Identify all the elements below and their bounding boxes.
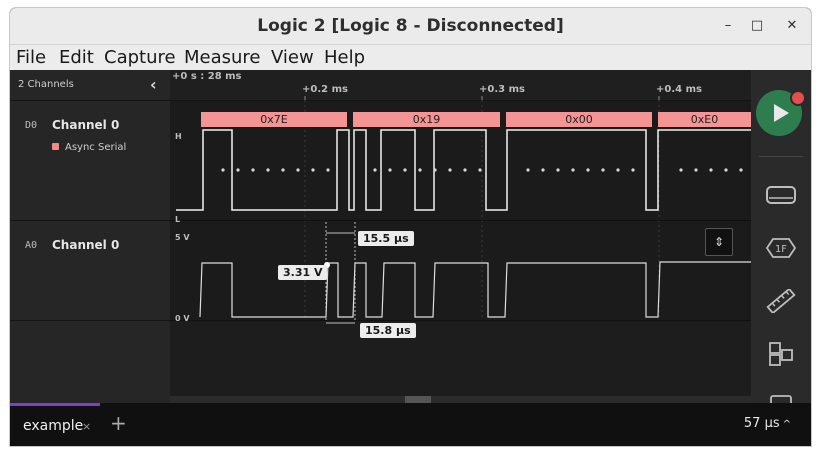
pulse-width-top: 15.5 µs bbox=[358, 231, 414, 246]
chevron-up-icon[interactable]: ^ bbox=[783, 419, 791, 430]
serial-frame[interactable]: 0x19 bbox=[353, 112, 500, 127]
timeline-tick-label: +0.4 ms bbox=[656, 84, 702, 95]
minimize-button[interactable]: – bbox=[718, 16, 738, 36]
digital-high-label: H bbox=[175, 132, 182, 141]
menu-bar: File Edit Capture Measure View Help bbox=[10, 45, 811, 70]
channel-id: A0 bbox=[25, 240, 38, 251]
record-indicator bbox=[790, 90, 806, 106]
analyzer-color-swatch bbox=[52, 143, 59, 150]
digital-low-label: L bbox=[175, 215, 181, 224]
svg-text:1F: 1F bbox=[775, 244, 787, 255]
serial-frame[interactable]: 0x00 bbox=[506, 112, 652, 127]
app-window: Logic 2 [Logic 8 - Disconnected] – □ ✕ F… bbox=[10, 8, 811, 446]
menu-help[interactable]: Help bbox=[324, 47, 365, 68]
timeline-tick-label: +0.3 ms bbox=[479, 84, 525, 95]
channel-name[interactable]: Channel 0 bbox=[52, 118, 119, 132]
time-gridlines bbox=[304, 100, 660, 328]
auto-scale-icon[interactable]: ⇕ bbox=[705, 228, 733, 256]
add-tab-button[interactable]: + bbox=[110, 411, 127, 435]
collapse-sidebar-icon[interactable]: ‹ bbox=[150, 75, 157, 94]
analyzer-icon[interactable]: 1F bbox=[765, 236, 797, 260]
timeline-start: +0 s : 28 ms bbox=[172, 71, 242, 82]
analyzer-name: Async Serial bbox=[65, 142, 127, 153]
menu-view[interactable]: View bbox=[271, 47, 314, 68]
toolbar-divider bbox=[759, 156, 803, 157]
scrollbar-thumb[interactable] bbox=[405, 396, 431, 403]
tab-label: example bbox=[23, 418, 84, 434]
play-triangle bbox=[774, 104, 789, 122]
close-tab-icon[interactable]: × bbox=[82, 420, 91, 433]
zoom-value: 57 µs bbox=[743, 416, 780, 431]
pulse-width-bottom: 15.8 µs bbox=[360, 323, 416, 338]
device-icon[interactable] bbox=[765, 183, 797, 207]
serial-frame[interactable]: 0xE0 bbox=[658, 112, 751, 127]
title-bar: Logic 2 [Logic 8 - Disconnected] – □ ✕ bbox=[10, 8, 811, 45]
maximize-button[interactable]: □ bbox=[747, 16, 767, 36]
channel-name[interactable]: Channel 0 bbox=[52, 238, 119, 252]
channel-count: 2 Channels bbox=[18, 79, 74, 90]
menu-edit[interactable]: Edit bbox=[59, 47, 94, 68]
sidebar-header: 2 Channels ‹ bbox=[10, 70, 170, 101]
channel-id: D0 bbox=[25, 120, 38, 131]
play-icon[interactable] bbox=[756, 90, 806, 136]
close-button[interactable]: ✕ bbox=[782, 16, 802, 36]
measure-icon[interactable] bbox=[765, 289, 797, 313]
menu-measure[interactable]: Measure bbox=[184, 47, 261, 68]
channel-sidebar: 2 Channels ‹ D0 Channel 0 Async Serial A… bbox=[10, 70, 170, 403]
session-tab[interactable]: example × bbox=[10, 403, 100, 446]
horizontal-scrollbar[interactable] bbox=[170, 396, 751, 403]
serial-frame[interactable]: 0x7E bbox=[201, 112, 347, 127]
measurement-guides bbox=[325, 222, 356, 324]
menu-file[interactable]: File bbox=[16, 47, 46, 68]
channel-row-a0[interactable]: A0 Channel 0 bbox=[10, 221, 170, 321]
voltage-readout: 3.31 V bbox=[278, 265, 328, 280]
empty-track-area bbox=[170, 321, 751, 396]
analyzer-label[interactable]: Async Serial bbox=[52, 142, 126, 153]
analog-bottom-label: 0 V bbox=[175, 314, 190, 323]
waveform-area[interactable]: +0 s : 28 ms +0.2 ms +0.3 ms +0.4 ms 0x7… bbox=[170, 70, 751, 403]
window-title: Logic 2 [Logic 8 - Disconnected] bbox=[257, 16, 564, 36]
timeline-tick-label: +0.2 ms bbox=[302, 84, 348, 95]
analog-top-label: 5 V bbox=[175, 233, 190, 242]
zoom-level[interactable]: 57 µs ^ bbox=[744, 416, 791, 431]
bottom-tab-bar: example × + 57 µs ^ bbox=[10, 403, 811, 446]
menu-capture[interactable]: Capture bbox=[104, 47, 176, 68]
channel-row-d0[interactable]: D0 Channel 0 Async Serial bbox=[10, 101, 170, 221]
right-toolbar: 1F bbox=[751, 70, 811, 413]
extensions-icon[interactable] bbox=[765, 342, 797, 366]
